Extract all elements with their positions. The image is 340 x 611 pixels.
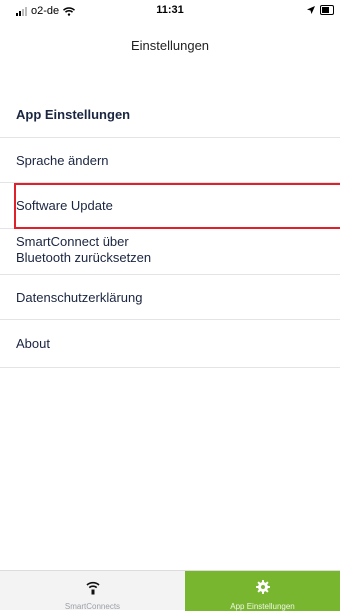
page-title: Einstellungen bbox=[130, 38, 210, 53]
menu-item-label: Software Update bbox=[16, 198, 113, 213]
menu-item-about[interactable]: About bbox=[0, 320, 340, 368]
menu-item-label: Datenschutzerklärung bbox=[16, 289, 143, 305]
menu-item-software-update[interactable]: Software Update bbox=[0, 183, 340, 229]
menu-item-label: SmartConnect über Bluetooth zurücksetzen bbox=[16, 234, 151, 266]
menu-item-label-line2: Bluetooth zurücksetzen bbox=[16, 250, 152, 265]
settings-menu: Sprache ändern Software Update SmartConn… bbox=[0, 138, 340, 368]
menu-item-label: Sprache ändern bbox=[16, 152, 109, 168]
battery-icon bbox=[320, 5, 334, 15]
status-bar-right bbox=[307, 5, 334, 15]
menu-item-language[interactable]: Sprache ändern bbox=[0, 138, 340, 183]
wifi-icon bbox=[85, 579, 100, 595]
gear-icon bbox=[255, 579, 270, 595]
menu-item-label: About bbox=[16, 336, 50, 351]
section-header: App Einstellungen bbox=[0, 90, 340, 138]
menu-item-label-line1: SmartConnect über bbox=[16, 234, 129, 249]
status-bar: o2-de 11:31 bbox=[0, 0, 340, 22]
section-header-label: App Einstellungen bbox=[16, 107, 131, 122]
menu-item-privacy[interactable]: Datenschutzerklärung bbox=[0, 275, 340, 320]
tab-app-settings[interactable]: App Einstellungen bbox=[185, 571, 340, 611]
status-time: 11:31 bbox=[156, 4, 184, 16]
menu-item-reset-bluetooth[interactable]: SmartConnect über Bluetooth zurücksetzen bbox=[0, 229, 340, 275]
tab-smartconnects[interactable]: SmartConnects bbox=[0, 571, 185, 611]
tab-bar: SmartConnects App Einstellungen bbox=[0, 570, 340, 611]
location-arrow-icon bbox=[307, 6, 315, 14]
